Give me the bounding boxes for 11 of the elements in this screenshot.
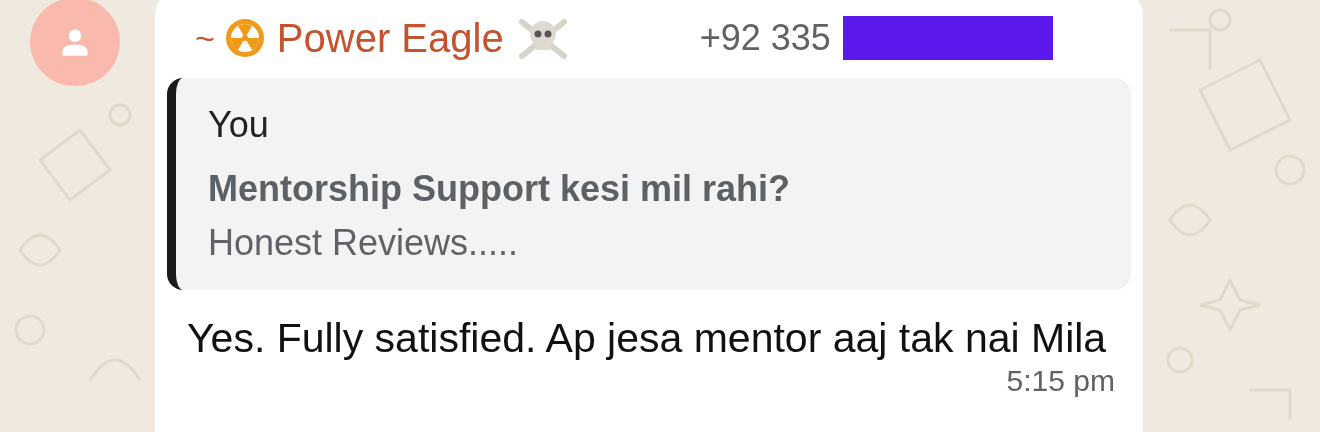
- sender-phone: +92 335: [699, 16, 831, 60]
- radioactive-icon: [224, 18, 265, 58]
- person-icon: [60, 27, 90, 57]
- quoted-message[interactable]: You Mentorship Support kesi mil rahi? Honest Reviews.....: [167, 78, 1131, 290]
- sender-name[interactable]: Power Eagle: [276, 8, 504, 68]
- sender-prefix: ~: [195, 17, 215, 59]
- quote-author: You: [208, 103, 270, 147]
- message-text: Yes. Fully satisfied. Ap jesa mentor aaj tak nai Mila: [186, 314, 1107, 363]
- message-time: 5:15 pm: [1006, 363, 1115, 399]
- quote-title: Mentorship Support kesi mil rahi?: [208, 167, 792, 211]
- quote-subtitle: Honest Reviews.....: [208, 221, 520, 265]
